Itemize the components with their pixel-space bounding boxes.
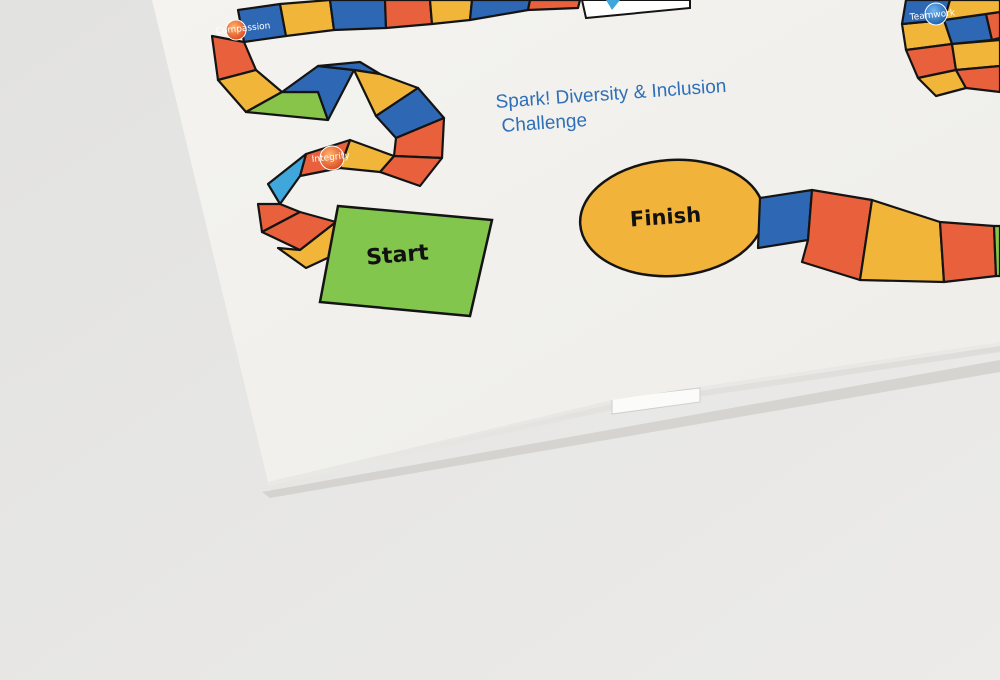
photo-scene: Start Spark! Diversity & Inclusion Chall… — [0, 0, 1000, 680]
finish-label: Finish — [629, 203, 702, 232]
start-square[interactable]: Start — [318, 204, 494, 318]
